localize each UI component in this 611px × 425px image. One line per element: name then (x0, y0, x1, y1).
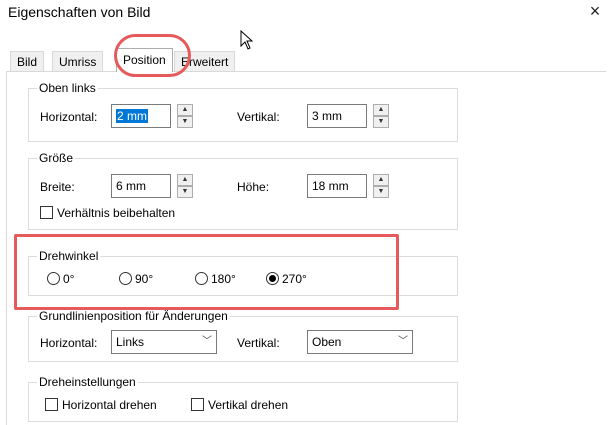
group-legend: Größe (37, 151, 76, 165)
group-legend: Dreheinstellungen (37, 375, 138, 389)
hoehe-input[interactable]: 18 mm (307, 174, 367, 198)
breite-input[interactable]: 6 mm (111, 174, 171, 198)
spin-up-icon[interactable]: ▲ (177, 174, 193, 186)
group-legend: Grundlinienposition für Änderungen (37, 309, 230, 323)
hoehe-label: Höhe: (237, 180, 270, 194)
verhaeltnis-checkbox[interactable] (40, 206, 53, 219)
spin-up-icon[interactable]: ▲ (373, 104, 389, 116)
mouse-cursor-icon (240, 30, 254, 50)
grundlinie-horizontal-select[interactable]: Links ﹀ (111, 330, 217, 354)
spin-down-icon[interactable]: ▼ (177, 116, 193, 128)
vertical-position-stepper[interactable]: ▲ ▼ (373, 104, 389, 128)
grundlinie-vertikal-select[interactable]: Oben ﹀ (307, 330, 413, 354)
horizontal-position-input[interactable]: 2 mm (111, 104, 171, 128)
group-legend: Oben links (37, 81, 98, 95)
spin-down-icon[interactable]: ▼ (177, 186, 193, 198)
grundlinie-horizontal-value: Links (116, 335, 145, 349)
spin-up-icon[interactable]: ▲ (177, 104, 193, 116)
chevron-down-icon: ﹀ (202, 336, 212, 347)
spin-down-icon[interactable]: ▼ (373, 116, 389, 128)
grundlinie-vertikal-value: Oben (312, 335, 342, 349)
chevron-down-icon: ﹀ (398, 336, 408, 347)
horizontal-position-value: 2 mm (116, 109, 148, 123)
breite-stepper[interactable]: ▲ ▼ (177, 174, 193, 198)
position-tab-highlight (114, 34, 191, 77)
grundlinie-horizontal-label: Horizontal: (40, 336, 98, 350)
tab-panel-border-left (6, 71, 7, 425)
vertikal-label: Vertikal: (237, 110, 280, 124)
horizontal-position-stepper[interactable]: ▲ ▼ (177, 104, 193, 128)
tab-umriss[interactable]: Umriss (52, 51, 104, 71)
tab-panel-border (6, 71, 606, 72)
horizontal-label: Horizontal: (40, 110, 98, 124)
tab-bild[interactable]: Bild (10, 51, 45, 71)
verhaeltnis-label[interactable]: Verhältnis beibehalten (57, 206, 175, 220)
vertikal-drehen-label[interactable]: Vertikal drehen (208, 398, 288, 412)
drehwinkel-highlight (14, 234, 399, 310)
dialog-title: Eigenschaften von Bild (8, 4, 151, 20)
close-icon[interactable]: × (584, 0, 606, 22)
horizontal-drehen-checkbox[interactable] (45, 398, 58, 411)
grundlinie-vertikal-label: Vertikal: (237, 336, 280, 350)
horizontal-drehen-label[interactable]: Horizontal drehen (62, 398, 157, 412)
vertikal-drehen-checkbox[interactable] (191, 398, 204, 411)
spin-down-icon[interactable]: ▼ (373, 186, 389, 198)
hoehe-stepper[interactable]: ▲ ▼ (373, 174, 389, 198)
spin-up-icon[interactable]: ▲ (373, 174, 389, 186)
breite-label: Breite: (40, 180, 75, 194)
vertical-position-input[interactable]: 3 mm (307, 104, 367, 128)
